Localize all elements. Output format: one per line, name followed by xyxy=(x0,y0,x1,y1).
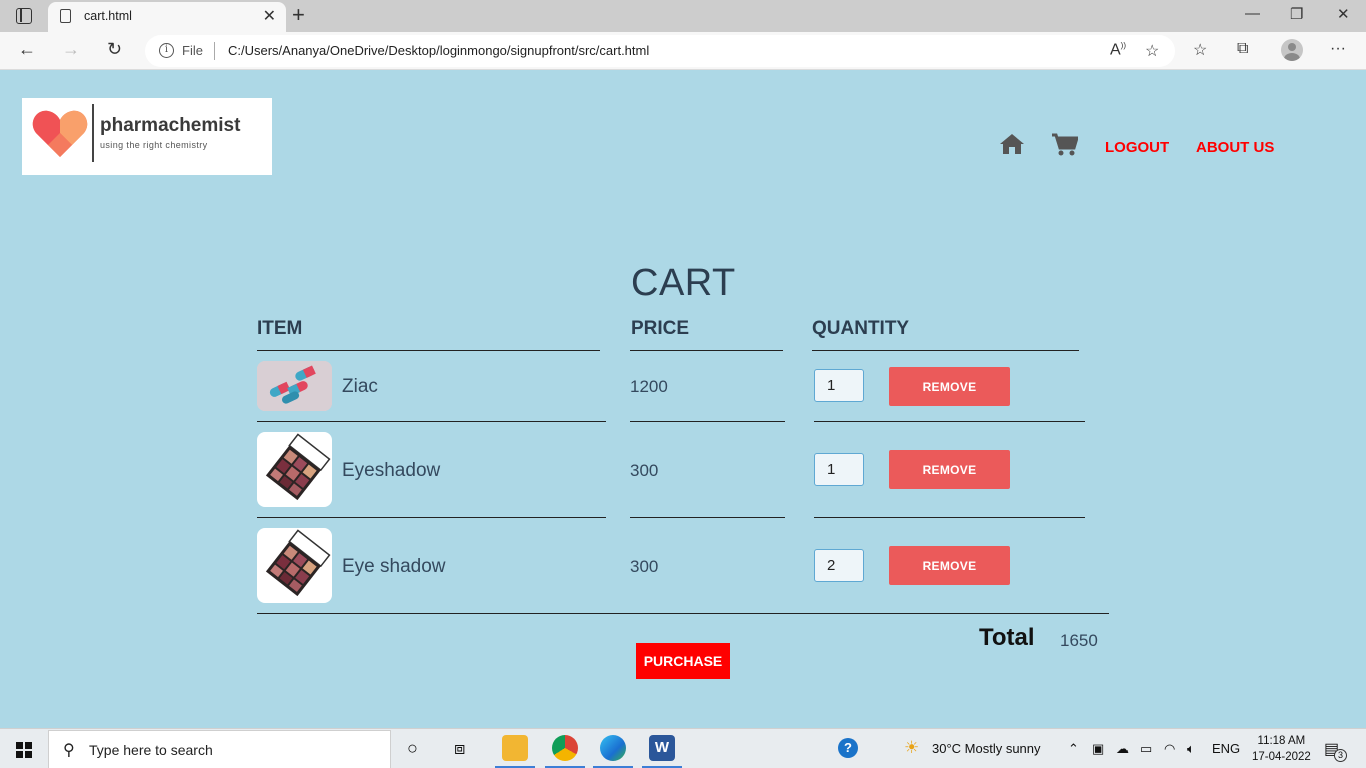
chrome-icon[interactable] xyxy=(552,735,578,761)
close-tab-icon[interactable]: ✕ xyxy=(263,6,276,26)
new-tab-icon[interactable]: + xyxy=(292,2,305,28)
page-title: CART xyxy=(631,262,736,304)
taskbar-search-box[interactable]: ⚲ Type here to search xyxy=(48,730,391,768)
logo[interactable]: pharmachemist using the right chemistry xyxy=(22,98,272,175)
total-label: Total xyxy=(979,624,1035,651)
browser-tab-bar: cart.html ✕ + — ❐ ✕ xyxy=(0,0,1366,32)
logo-divider xyxy=(92,104,94,162)
wifi-icon[interactable]: ◠ xyxy=(1164,741,1175,757)
add-favorite-icon[interactable]: ☆ xyxy=(1145,41,1159,61)
remove-button[interactable]: REMOVE xyxy=(889,367,1010,406)
product-image-eyeshadow xyxy=(257,528,332,603)
minimize-icon[interactable]: — xyxy=(1245,5,1260,22)
row-divider xyxy=(814,517,1085,518)
row-divider xyxy=(257,421,606,422)
show-hidden-icons-icon[interactable]: ⌃ xyxy=(1068,741,1079,757)
windows-start-icon[interactable] xyxy=(16,742,32,758)
item-price: 1200 xyxy=(630,377,668,396)
close-window-icon[interactable]: ✕ xyxy=(1337,5,1350,23)
total-divider xyxy=(257,613,1109,614)
help-icon[interactable]: ? xyxy=(838,738,858,758)
cortana-icon[interactable]: ○ xyxy=(407,738,418,759)
row-divider xyxy=(630,517,785,518)
row-divider xyxy=(257,517,606,518)
item-name: Eye shadow xyxy=(342,556,446,577)
logout-link[interactable]: LOGOUT xyxy=(1105,139,1169,156)
logo-tagline: using the right chemistry xyxy=(100,140,208,150)
header-divider xyxy=(257,350,600,351)
cart-icon[interactable] xyxy=(1052,133,1080,162)
search-placeholder: Type here to search xyxy=(89,742,213,758)
tab-actions-icon[interactable] xyxy=(16,8,32,24)
notification-count-badge: 3 xyxy=(1334,749,1347,762)
column-header-price: PRICE xyxy=(631,318,690,339)
search-icon: ⚲ xyxy=(63,742,75,759)
home-icon[interactable] xyxy=(999,133,1025,160)
clock-date: 17-04-2022 xyxy=(1252,751,1311,763)
refresh-icon[interactable]: ↻ xyxy=(107,39,122,60)
favorites-icon[interactable]: ☆ xyxy=(1193,40,1207,60)
read-aloud-icon[interactable]: A)) xyxy=(1110,41,1126,59)
url-scheme-label: File xyxy=(182,43,203,58)
more-menu-icon[interactable]: ··· xyxy=(1330,40,1346,58)
tab-title: cart.html xyxy=(84,9,132,23)
weather-text[interactable]: 30°C Mostly sunny xyxy=(932,741,1041,756)
header-divider xyxy=(630,350,783,351)
collections-icon[interactable]: ⧉ xyxy=(1237,40,1248,58)
restore-icon[interactable]: ❐ xyxy=(1290,5,1303,23)
forward-icon[interactable]: → xyxy=(62,39,80,60)
word-icon[interactable]: W xyxy=(649,735,675,761)
item-name: Ziac xyxy=(342,376,378,397)
remove-button[interactable]: REMOVE xyxy=(889,450,1010,489)
item-price: 300 xyxy=(630,461,659,480)
column-header-quantity: QUANTITY xyxy=(812,318,910,339)
address-divider xyxy=(214,42,215,60)
url-text[interactable]: C:/Users/Ananya/OneDrive/Desktop/loginmo… xyxy=(228,43,649,58)
row-divider xyxy=(814,421,1085,422)
about-us-link[interactable]: ABOUT US xyxy=(1196,139,1274,156)
product-image-eyeshadow xyxy=(257,432,332,507)
clock-time: 11:18 AM xyxy=(1257,735,1306,747)
task-view-icon[interactable]: ⧈ xyxy=(454,738,465,759)
header-divider xyxy=(812,350,1079,351)
page-icon xyxy=(60,9,71,23)
remove-button[interactable]: REMOVE xyxy=(889,546,1010,585)
file-explorer-icon[interactable] xyxy=(502,735,528,761)
quantity-input[interactable]: 2 xyxy=(814,549,864,582)
clock[interactable]: 11:18 AM 17-04-2022 xyxy=(1252,733,1311,765)
item-name: Eyeshadow xyxy=(342,460,441,481)
product-image-pills xyxy=(257,361,332,411)
meet-now-icon[interactable]: ▣ xyxy=(1092,741,1104,757)
taskbar: ⚲ Type here to search ○ ⧈ W ? ☀ 30°C Mos… xyxy=(0,728,1366,768)
quantity-input[interactable]: 1 xyxy=(814,369,864,402)
language-indicator[interactable]: ENG xyxy=(1212,741,1240,756)
row-divider xyxy=(630,421,785,422)
onedrive-icon[interactable]: ☁ xyxy=(1116,741,1129,757)
logo-name: pharmachemist xyxy=(100,115,241,136)
item-price: 300 xyxy=(630,557,659,576)
total-value: 1650 xyxy=(1060,631,1098,650)
purchase-button[interactable]: PURCHASE xyxy=(636,643,730,679)
column-header-item: ITEM xyxy=(257,318,303,339)
profile-avatar[interactable] xyxy=(1281,39,1303,61)
edge-icon[interactable] xyxy=(600,735,626,761)
weather-icon[interactable]: ☀ xyxy=(904,738,919,758)
battery-icon[interactable]: ▭ xyxy=(1140,741,1152,757)
site-info-icon[interactable]: i xyxy=(159,43,174,58)
back-icon[interactable]: ← xyxy=(18,39,36,60)
browser-tab[interactable]: cart.html ✕ xyxy=(48,2,286,32)
heart-logo-icon xyxy=(32,110,88,157)
volume-icon[interactable]: 🔈︎ xyxy=(1187,741,1195,757)
quantity-input[interactable]: 1 xyxy=(814,453,864,486)
browser-toolbar: ← → ↻ i File C:/Users/Ananya/OneDrive/De… xyxy=(0,32,1366,70)
address-bar[interactable]: i File C:/Users/Ananya/OneDrive/Desktop/… xyxy=(145,35,1175,67)
